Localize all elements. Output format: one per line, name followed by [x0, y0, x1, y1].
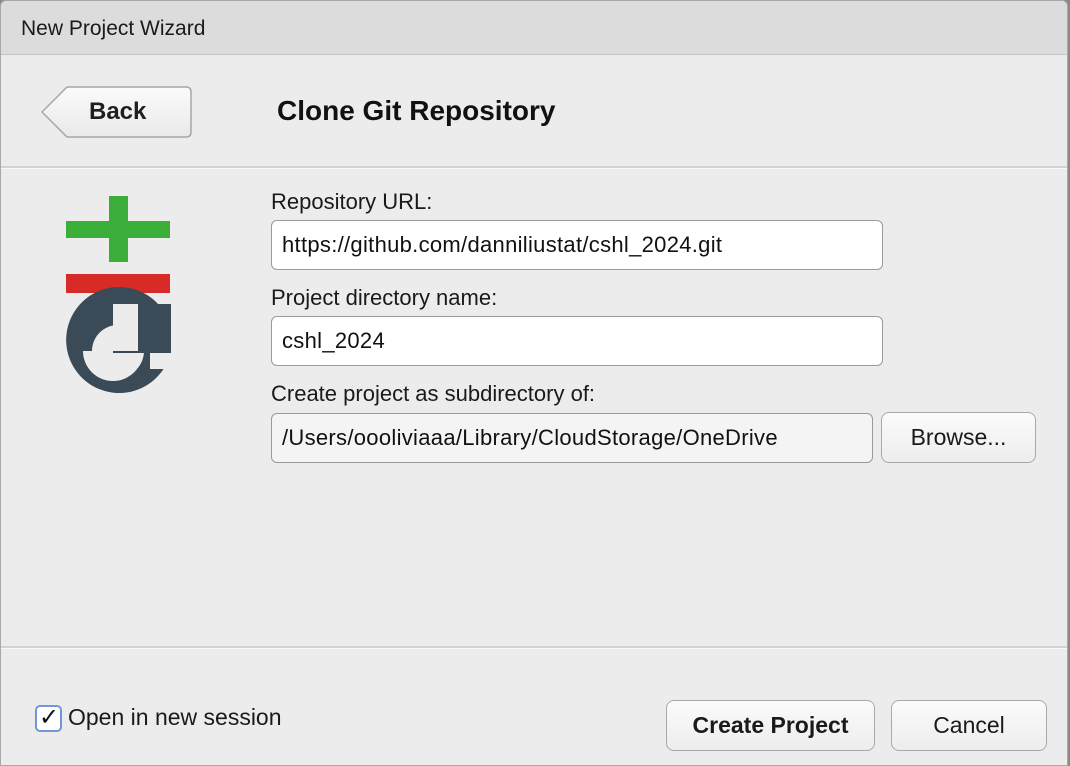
- footer-divider: [1, 646, 1067, 649]
- back-button[interactable]: Back: [41, 86, 192, 138]
- window-title: New Project Wizard: [21, 17, 206, 40]
- open-new-session-checkbox[interactable]: ✓: [35, 704, 62, 732]
- cancel-button[interactable]: Cancel: [891, 700, 1047, 751]
- back-button-label: Back: [89, 98, 147, 125]
- repo-url-input[interactable]: https://github.com/danniliustat/cshl_202…: [271, 220, 883, 270]
- repo-url-label: Repository URL:: [271, 189, 433, 214]
- subdirectory-path-field[interactable]: /Users/oooliviaaa/Library/CloudStorage/O…: [271, 413, 873, 463]
- git-logo-icon: [61, 193, 176, 413]
- open-new-session-label[interactable]: Open in new session: [68, 704, 282, 731]
- browse-button[interactable]: Browse...: [881, 412, 1036, 463]
- project-dir-input[interactable]: cshl_2024: [271, 316, 883, 366]
- page-title: Clone Git Repository: [277, 95, 556, 126]
- subdirectory-label: Create project as subdirectory of:: [271, 381, 596, 406]
- title-bar[interactable]: New Project Wizard: [1, 1, 1067, 55]
- header-divider: [1, 166, 1067, 169]
- new-project-wizard-dialog: New Project Wizard Back Clone Git Reposi…: [0, 0, 1068, 766]
- project-dir-label: Project directory name:: [271, 285, 498, 310]
- create-project-button[interactable]: Create Project: [666, 700, 875, 751]
- checkmark-icon: ✓: [39, 704, 60, 731]
